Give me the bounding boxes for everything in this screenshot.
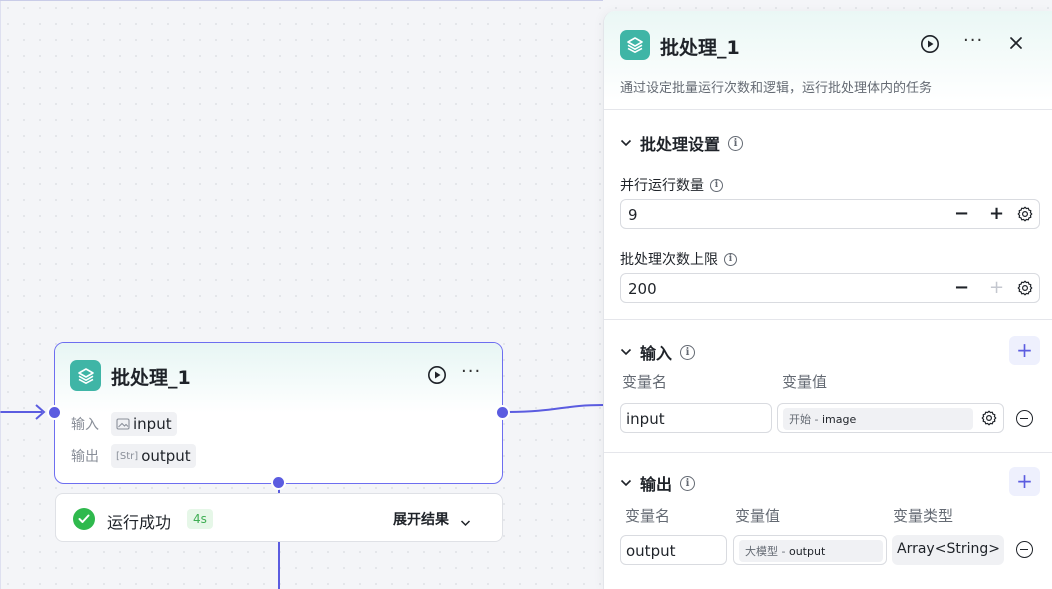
batch-limit-stepper[interactable]: 200 − + [620,273,1040,303]
image-type-icon [116,418,130,430]
chevron-down-icon[interactable] [620,139,632,147]
node-title: 批处理_1 [111,367,191,389]
run-duration-badge: 4s [187,509,213,529]
node-settings-panel: 批处理_1 ··· 通过设定批量运行次数和逻辑，运行批处理体内的任务 批处理设置… [603,11,1052,589]
run-status-bar: 运行成功 4s 展开结果 [55,493,503,542]
string-array-type-tag: [Str] [116,450,139,462]
info-icon[interactable]: i [728,135,744,151]
info-icon[interactable]: i [724,252,737,266]
parallel-count-label: 并行运行数量 i [620,175,723,195]
decrement-button[interactable]: − [954,203,969,224]
increment-button[interactable]: + [989,203,1004,224]
input-variable-name-field[interactable]: input [620,403,772,433]
batch-node[interactable]: 批处理_1 ··· 输入 input 输出 [Str] output [54,342,503,484]
reference-separator: - [811,413,822,426]
output-col-name-header: 变量名 [625,507,671,525]
output-variable-type[interactable]: Array<String> [892,535,1004,565]
input-param-tag: input [111,412,177,436]
output-variable-value-field[interactable]: 大模型 - output [733,535,887,565]
expand-results-button[interactable]: 展开结果 [393,509,449,529]
input-variable-value-field[interactable]: 开始 - image [777,403,1004,433]
output-section-header[interactable]: 输出 i [620,471,696,495]
more-options-icon[interactable]: ··· [461,361,481,382]
batch-limit-value[interactable]: 200 [628,280,657,298]
input-param-name: input [133,415,172,433]
parallel-count-stepper[interactable]: 9 − + [620,199,1040,229]
variable-reference-chip[interactable]: 开始 - image [783,408,973,430]
run-node-icon[interactable] [920,34,940,58]
input-col-name-header: 变量名 [622,373,668,391]
batch-limit-label: 批处理次数上限 i [620,249,737,269]
panel-description: 通过设定批量运行次数和逻辑，运行批处理体内的任务 [620,81,933,96]
run-status-text: 运行成功 [107,513,172,532]
output-param-name: output [141,447,191,465]
node-output-port[interactable] [495,405,510,420]
output-section-title: 输出 [640,475,673,494]
output-variable-name-field[interactable]: output [620,535,727,565]
batch-body-port[interactable] [271,475,286,490]
success-check-icon [73,508,95,530]
panel-header-background [604,11,1052,111]
run-node-icon[interactable] [427,365,449,387]
gear-icon[interactable] [1017,206,1033,226]
reference-variable: output [788,545,826,558]
increment-button[interactable]: + [989,277,1004,298]
parallel-count-value[interactable]: 9 [628,206,638,224]
output-col-value-header: 变量值 [735,507,781,525]
panel-title[interactable]: 批处理_1 [660,33,740,60]
info-icon[interactable]: i [680,344,696,360]
chevron-down-icon[interactable] [620,348,632,356]
output-label: 输出 [71,449,99,465]
node-input-port[interactable] [47,405,62,420]
decrement-button[interactable]: − [954,277,969,298]
divider [604,109,1052,110]
remove-output-icon[interactable] [1016,541,1033,558]
more-options-icon[interactable]: ··· [963,30,983,51]
reference-variable: image [821,413,857,426]
divider [604,452,1052,453]
output-col-type-header: 变量类型 [893,507,954,525]
layers-icon [620,30,650,60]
node-input-row: 输入 input [71,412,177,436]
parallel-count-label-text: 并行运行数量 [620,178,704,194]
gear-icon[interactable] [1017,280,1033,300]
remove-input-icon[interactable] [1016,410,1033,427]
output-param-tag: [Str] output [111,444,196,468]
batch-limit-label-text: 批处理次数上限 [620,252,718,268]
variable-reference-chip[interactable]: 大模型 - output [739,540,883,562]
input-section-title: 输入 [640,344,673,363]
info-icon[interactable]: i [710,178,723,192]
reference-source: 开始 [789,413,811,426]
add-output-button[interactable]: + [1009,467,1040,496]
input-section-header[interactable]: 输入 i [620,340,696,364]
close-icon[interactable] [1009,35,1023,54]
reference-separator: - [778,545,789,558]
input-label: 输入 [71,417,99,433]
input-col-value-header: 变量值 [782,373,828,391]
add-input-button[interactable]: + [1009,336,1040,365]
batch-settings-title: 批处理设置 [640,135,721,154]
gear-icon[interactable] [981,410,997,430]
chevron-down-icon[interactable] [620,479,632,487]
batch-settings-header[interactable]: 批处理设置 i [620,131,744,155]
layers-icon [70,360,101,391]
divider [604,319,1052,320]
info-icon[interactable]: i [680,475,696,491]
chevron-down-icon[interactable] [460,512,471,531]
node-output-row: 输出 [Str] output [71,444,196,468]
reference-source: 大模型 [745,545,778,558]
